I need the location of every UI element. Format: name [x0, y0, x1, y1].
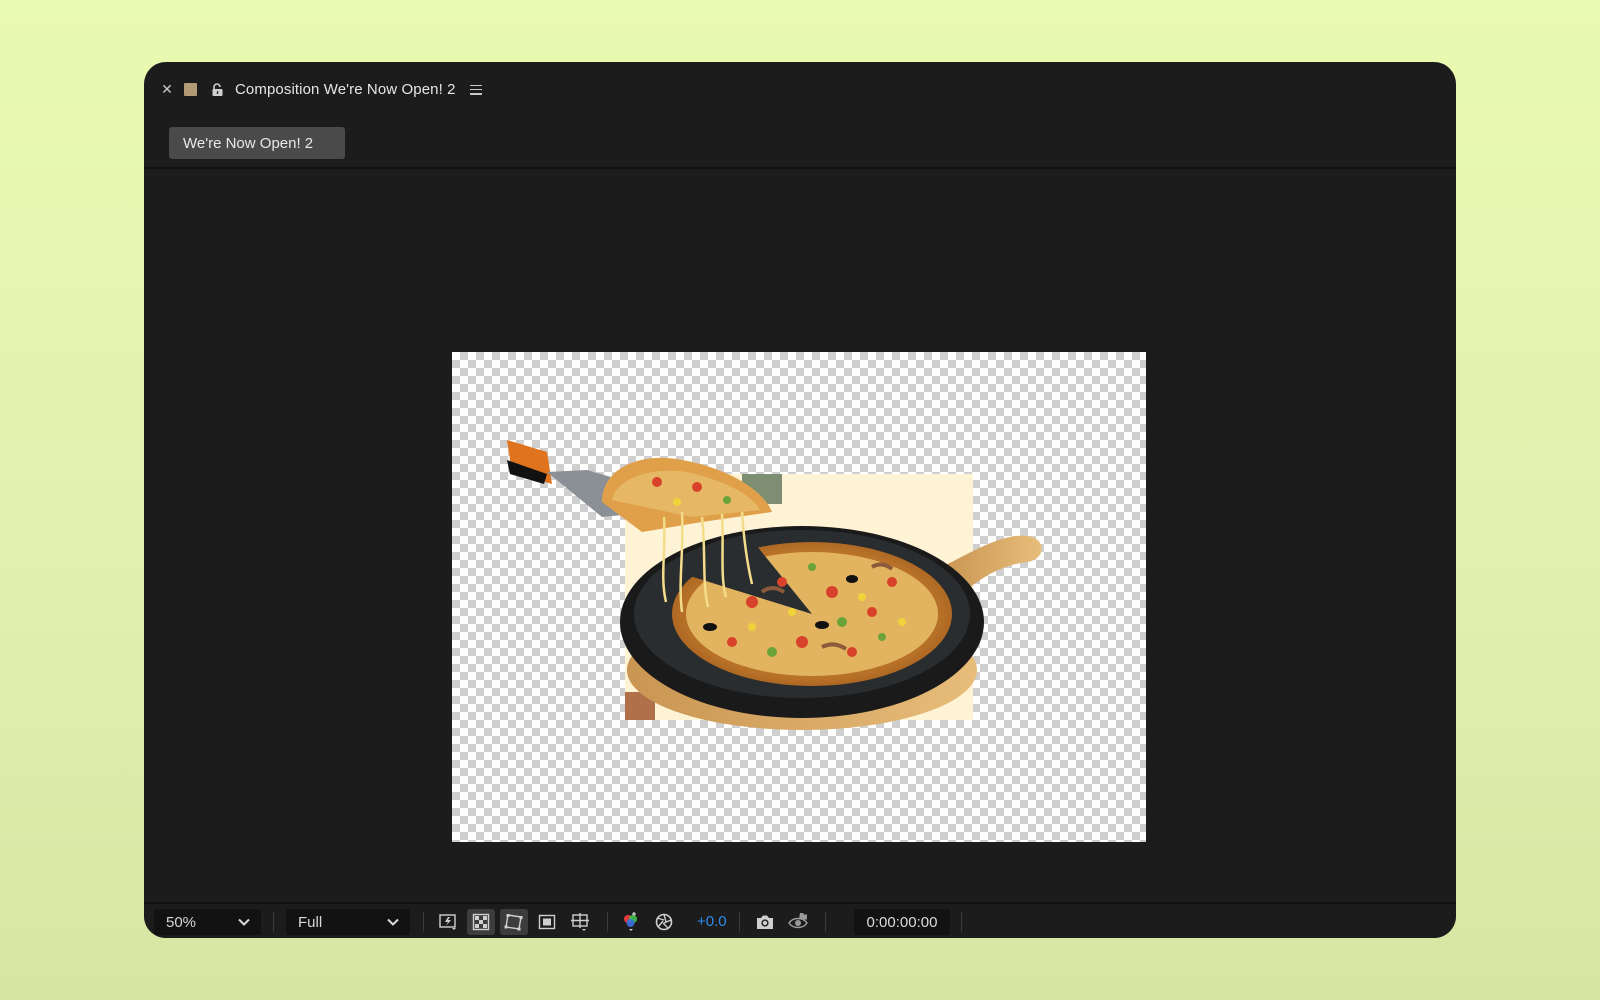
toolbar-divider — [607, 912, 608, 932]
snapshot-icon[interactable] — [751, 909, 779, 935]
resolution-value: Full — [298, 913, 323, 931]
panel-header: ✕ Composition We're Now Open! 2 — [144, 62, 1456, 117]
panel-title: Composition We're Now Open! 2 — [235, 81, 456, 98]
tab-composition[interactable]: We're Now Open! 2 — [169, 127, 345, 159]
composition-tab-bar: We're Now Open! 2 — [144, 117, 1456, 169]
toolbar-divider — [423, 912, 424, 932]
composition-panel: ✕ Composition We're Now Open! 2 We're No… — [144, 62, 1456, 938]
toolbar-divider — [961, 912, 962, 932]
region-of-interest-icon[interactable] — [533, 909, 561, 935]
fast-previews-icon[interactable] — [434, 909, 462, 935]
composition-viewer[interactable] — [144, 170, 1456, 938]
toolbar-divider — [739, 912, 740, 932]
chevron-down-icon — [387, 918, 399, 926]
label-color-swatch[interactable] — [184, 83, 197, 96]
pizza-image — [507, 440, 1042, 730]
mask-visibility-icon[interactable] — [500, 909, 528, 935]
viewer-toolbar: 50% Full +0.0 0:00:00:00 — [144, 902, 1456, 938]
exposure-value[interactable]: +0.0 — [697, 913, 727, 930]
close-icon[interactable]: ✕ — [158, 81, 176, 98]
panel-menu-icon[interactable] — [469, 84, 482, 95]
transparency-grid-icon[interactable] — [467, 909, 495, 935]
lock-open-icon[interactable] — [211, 82, 225, 97]
magnification-value: 50% — [166, 913, 197, 931]
channel-icon[interactable] — [617, 909, 645, 935]
current-time-display[interactable]: 0:00:00:00 — [854, 909, 950, 935]
toolbar-divider — [273, 912, 274, 932]
grid-guides-icon[interactable] — [566, 909, 594, 935]
toolbar-divider — [825, 912, 826, 932]
chevron-down-icon — [238, 918, 250, 926]
transparency-checkerboard[interactable] — [452, 352, 1146, 842]
reset-exposure-icon[interactable] — [650, 909, 678, 935]
magnification-dropdown[interactable]: 50% — [154, 909, 261, 935]
resolution-dropdown[interactable]: Full — [286, 909, 410, 935]
show-snapshot-icon[interactable] — [784, 909, 812, 935]
